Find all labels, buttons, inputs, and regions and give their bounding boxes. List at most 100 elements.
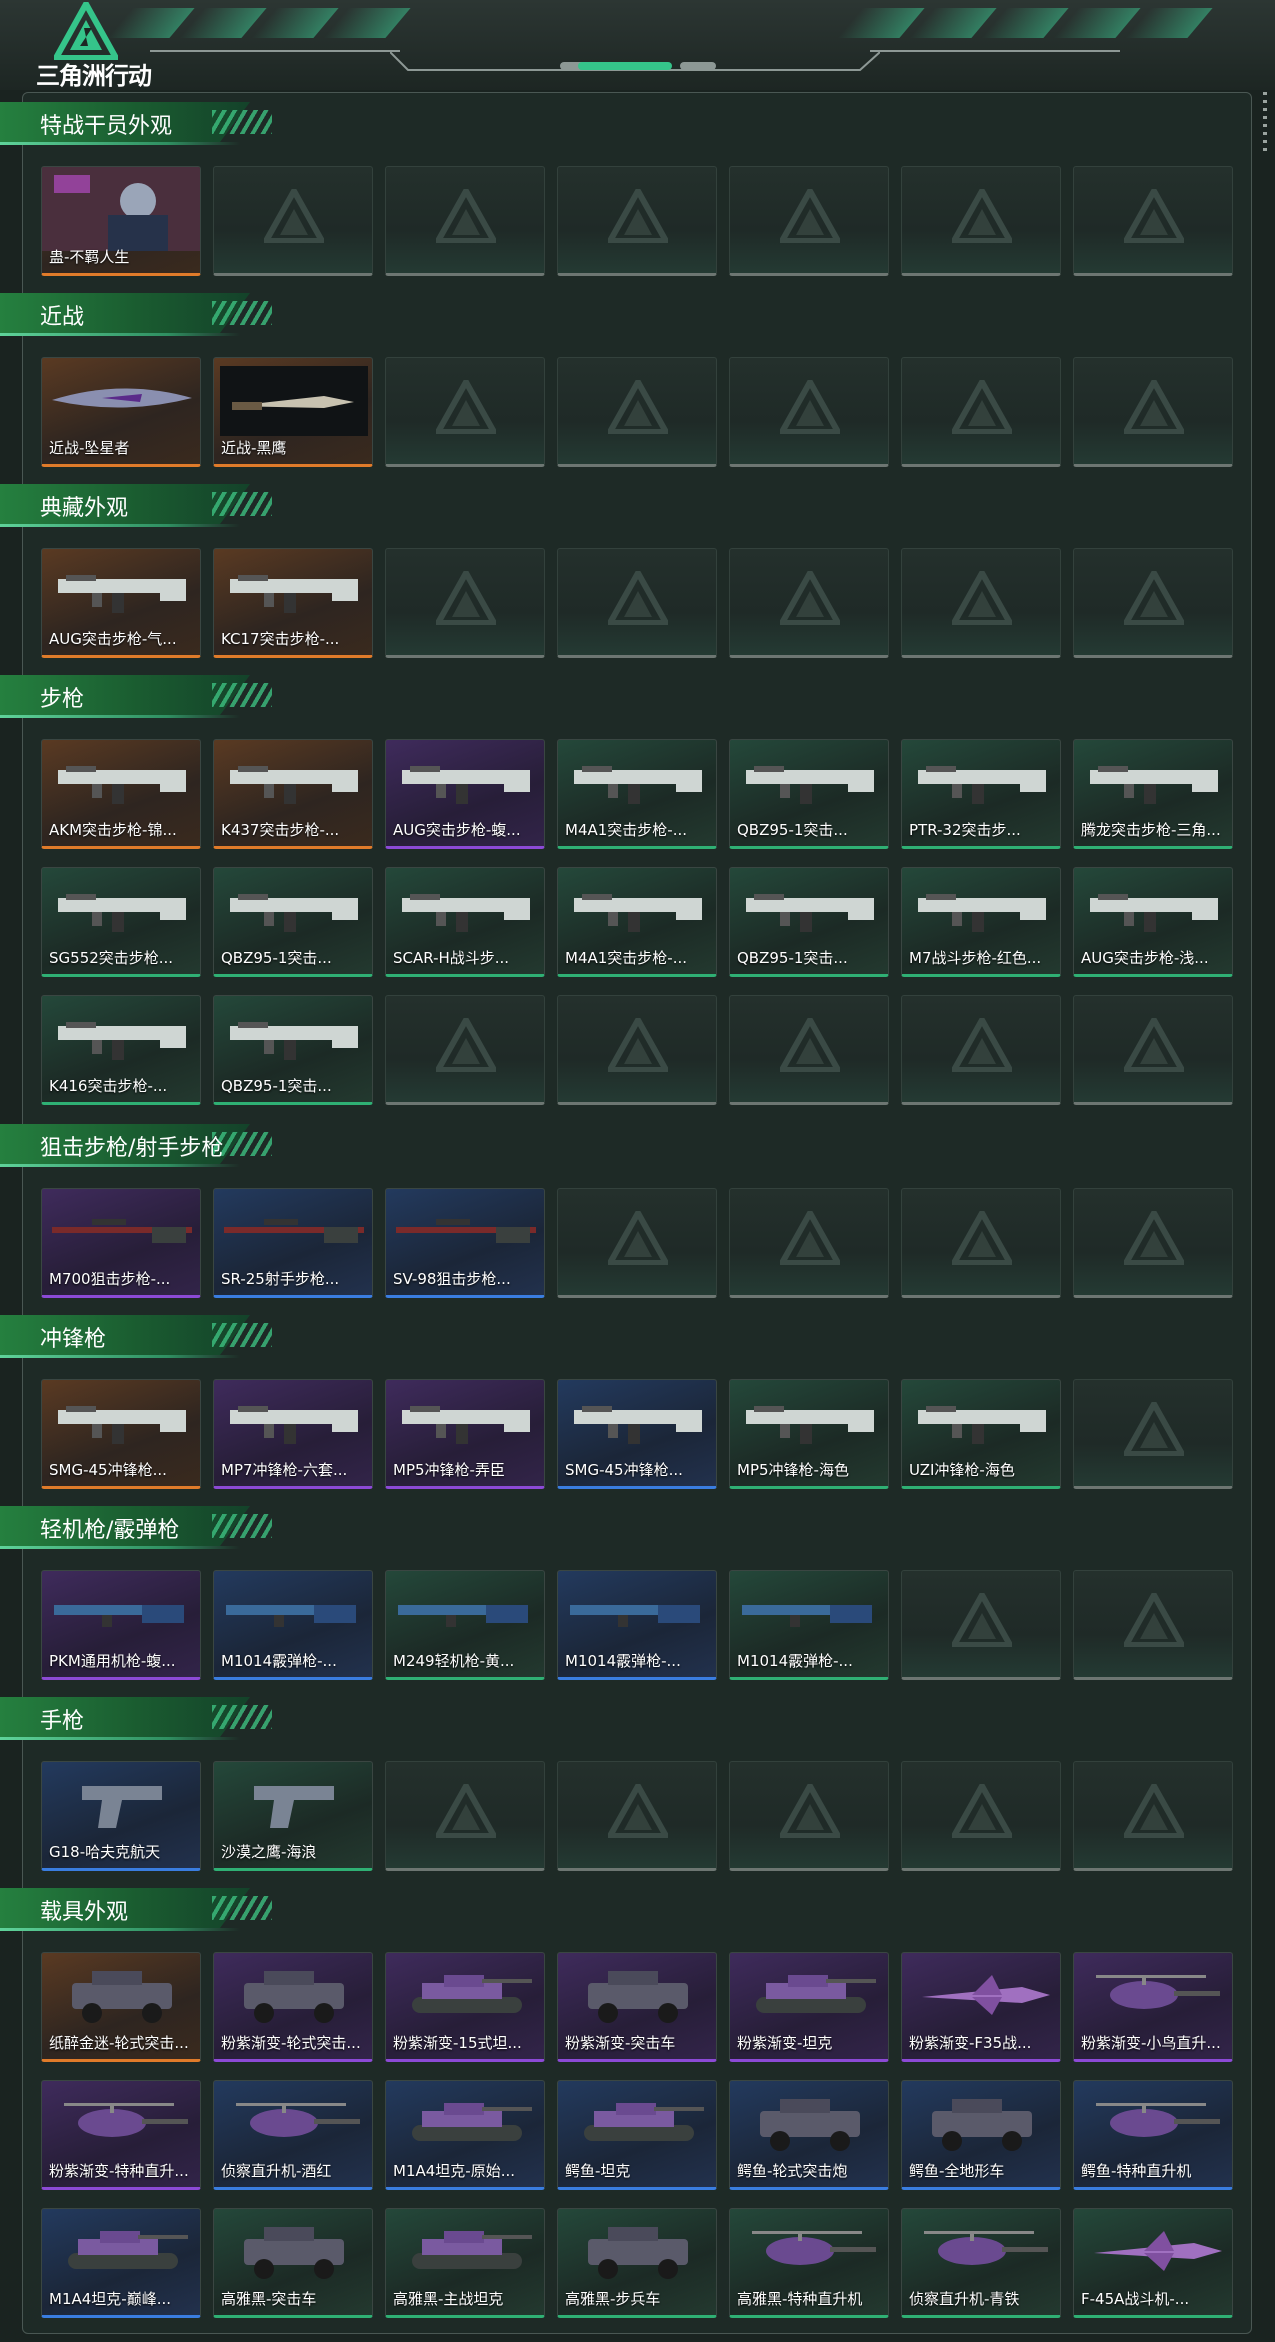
empty-slot — [901, 1570, 1061, 1680]
section-header: 近战 — [0, 293, 280, 337]
item-card[interactable]: M1014霰弹枪-... — [213, 1570, 373, 1680]
rifle-icon — [746, 894, 874, 932]
placeholder-logo-icon — [952, 380, 1012, 434]
section-header: 手枪 — [0, 1697, 280, 1741]
item-label: 粉紫渐变-F35战... — [909, 2034, 1032, 2052]
item-label: M1A4坦克-原始... — [393, 2162, 516, 2180]
item-card[interactable]: UZI冲锋枪-海色 — [901, 1379, 1061, 1489]
item-card[interactable]: 鳄鱼-轮式突击炮 — [729, 2080, 889, 2190]
item-card[interactable]: SMG-45冲锋枪... — [41, 1379, 201, 1489]
item-card[interactable]: 粉紫渐变-15式坦... — [385, 1952, 545, 2062]
item-card[interactable]: SMG-45冲锋枪... — [557, 1379, 717, 1489]
item-card[interactable]: 鳄鱼-特种直升机 — [1073, 2080, 1233, 2190]
item-card[interactable]: SV-98狙击步枪... — [385, 1188, 545, 1298]
item-card[interactable]: AUG突击步枪-气... — [41, 548, 201, 658]
item-card[interactable]: AUG突击步枪-浅... — [1073, 867, 1233, 977]
item-label: AUG突击步枪-浅... — [1081, 949, 1209, 967]
item-card[interactable]: AUG突击步枪-蝮... — [385, 739, 545, 849]
melee-blade-icon — [52, 388, 192, 408]
empty-slot — [729, 995, 889, 1105]
item-card[interactable]: 粉紫渐变-特种直升... — [41, 2080, 201, 2190]
section-title: 狙击步枪/射手步枪 — [40, 1136, 224, 1161]
item-card[interactable]: M1A4坦克-巅峰... — [41, 2208, 201, 2318]
item-card[interactable]: 粉紫渐变-突击车 — [557, 1952, 717, 2062]
smg-icon — [574, 1406, 702, 1444]
item-card[interactable]: 高雅黑-突击车 — [213, 2208, 373, 2318]
tank-icon — [412, 2231, 532, 2269]
empty-slot — [385, 1761, 545, 1871]
item-card[interactable]: SG552突击步枪... — [41, 867, 201, 977]
item-card[interactable]: MP5冲锋枪-海色 — [729, 1379, 889, 1489]
scrollbar[interactable] — [1263, 92, 1267, 152]
item-card[interactable]: 粉紫渐变-坦克 — [729, 1952, 889, 2062]
empty-slot — [901, 357, 1061, 467]
item-card[interactable]: QBZ95-1突击... — [213, 995, 373, 1105]
item-card[interactable]: K437突击步枪-... — [213, 739, 373, 849]
empty-slot — [729, 548, 889, 658]
item-card[interactable]: 腾龙突击步枪-三角... — [1073, 739, 1233, 849]
placeholder-logo-icon — [780, 1018, 840, 1072]
operator-portrait-icon — [42, 167, 200, 251]
placeholder-logo-icon — [608, 189, 668, 243]
item-card[interactable]: 高雅黑-特种直升机 — [729, 2208, 889, 2318]
item-card[interactable]: 鳄鱼-坦克 — [557, 2080, 717, 2190]
item-label: M249轻机枪-黄... — [393, 1652, 515, 1670]
placeholder-logo-icon — [608, 1018, 668, 1072]
item-card[interactable]: M1A4坦克-原始... — [385, 2080, 545, 2190]
item-card[interactable]: M249轻机枪-黄... — [385, 1570, 545, 1680]
item-card[interactable]: SR-25射手步枪... — [213, 1188, 373, 1298]
placeholder-logo-icon — [780, 380, 840, 434]
item-card[interactable]: 粉紫渐变-轮式突击... — [213, 1952, 373, 2062]
item-card[interactable]: 沙漠之鹰-海浪 — [213, 1761, 373, 1871]
section-header: 轻机枪/霰弹枪 — [0, 1506, 280, 1550]
item-card[interactable]: 纸醉金迷-轮式突击... — [41, 1952, 201, 2062]
item-card[interactable]: M700狙击步枪-... — [41, 1188, 201, 1298]
pistol-icon — [82, 1786, 162, 1828]
item-card[interactable]: G18-哈夫克航天 — [41, 1761, 201, 1871]
empty-slot — [557, 1761, 717, 1871]
placeholder-logo-icon — [952, 1018, 1012, 1072]
item-card[interactable]: PTR-32突击步... — [901, 739, 1061, 849]
item-card[interactable]: M1014霰弹枪-... — [729, 1570, 889, 1680]
item-card[interactable]: QBZ95-1突击... — [729, 739, 889, 849]
item-card[interactable]: 高雅黑-主战坦克 — [385, 2208, 545, 2318]
empty-slot — [557, 995, 717, 1105]
item-card[interactable]: AKM突击步枪-锦... — [41, 739, 201, 849]
item-card[interactable]: QBZ95-1突击... — [213, 867, 373, 977]
item-label: M700狙击步枪-... — [49, 1270, 171, 1288]
placeholder-logo-icon — [952, 189, 1012, 243]
item-card[interactable]: M7战斗步枪-红色... — [901, 867, 1061, 977]
item-card[interactable]: QBZ95-1突击... — [729, 867, 889, 977]
item-card[interactable]: 鳄鱼-全地形车 — [901, 2080, 1061, 2190]
item-card[interactable]: 侦察直升机-青铁 — [901, 2208, 1061, 2318]
item-card[interactable]: M1014霰弹枪-... — [557, 1570, 717, 1680]
item-card[interactable]: K416突击步枪-... — [41, 995, 201, 1105]
empty-slot — [901, 548, 1061, 658]
item-label: 粉紫渐变-突击车 — [565, 2034, 676, 2052]
item-label: MP5冲锋枪-海色 — [737, 1461, 849, 1479]
item-card[interactable]: 近战-坠星者 — [41, 357, 201, 467]
item-card[interactable]: KC17突击步枪-... — [213, 548, 373, 658]
empty-slot — [1073, 548, 1233, 658]
item-card[interactable]: PKM通用机枪-蝮... — [41, 1570, 201, 1680]
item-label: AUG突击步枪-蝮... — [393, 821, 521, 839]
item-label: 粉紫渐变-特种直升... — [49, 2162, 189, 2180]
item-card[interactable]: 蛊-不羁人生 — [41, 166, 201, 276]
item-card[interactable]: 近战-黑鹰 — [213, 357, 373, 467]
banner-line-left — [150, 50, 400, 52]
item-card[interactable]: 侦察直升机-酒红 — [213, 2080, 373, 2190]
item-card[interactable]: MP7冲锋枪-六套... — [213, 1379, 373, 1489]
item-label: SG552突击步枪... — [49, 949, 174, 967]
item-card[interactable]: 高雅黑-步兵车 — [557, 2208, 717, 2318]
item-label: AKM突击步枪-锦... — [49, 821, 177, 839]
item-card[interactable]: MP5冲锋枪-弄臣 — [385, 1379, 545, 1489]
item-card[interactable]: M4A1突击步枪-... — [557, 867, 717, 977]
smg-icon — [58, 1406, 186, 1444]
tank-icon — [412, 1975, 532, 2013]
item-card[interactable]: 粉紫渐变-小鸟直升... — [1073, 1952, 1233, 2062]
item-card[interactable]: SCAR-H战斗步... — [385, 867, 545, 977]
item-card[interactable]: 粉紫渐变-F35战... — [901, 1952, 1061, 2062]
item-card[interactable]: F-45A战斗机-... — [1073, 2208, 1233, 2318]
helicopter-icon — [64, 2103, 188, 2137]
item-card[interactable]: M4A1突击步枪-... — [557, 739, 717, 849]
